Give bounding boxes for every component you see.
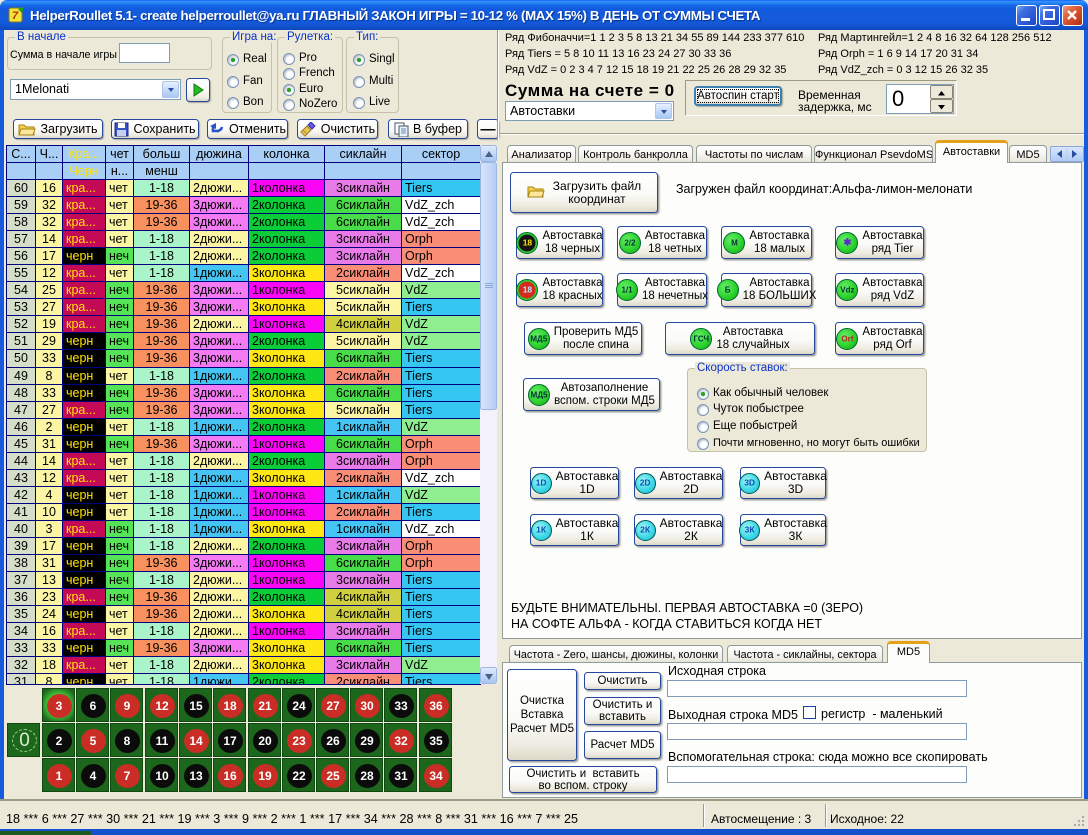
svg-text:7: 7 xyxy=(12,10,19,22)
